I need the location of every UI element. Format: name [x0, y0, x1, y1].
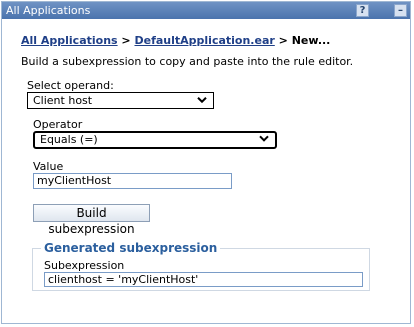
subexpression-output[interactable]: clienthost = 'myClientHost': [44, 272, 363, 287]
minimize-icon[interactable]: –: [394, 4, 407, 17]
chevron-down-icon: [259, 132, 269, 146]
chevron-down-icon: [197, 92, 207, 107]
operand-select[interactable]: Client host: [27, 92, 214, 109]
breadcrumb-link-default-application[interactable]: DefaultApplication.ear: [134, 34, 274, 47]
panel-title: All Applications: [6, 4, 91, 17]
build-subexpression-button[interactable]: Build subexpression: [33, 204, 150, 236]
breadcrumb: All Applications > DefaultApplication.ea…: [21, 34, 330, 47]
subexpression-label: Subexpression: [44, 259, 125, 272]
operand-label: Select operand:: [27, 79, 114, 92]
operator-label: Operator: [33, 118, 83, 131]
page-description: Build a subexpression to copy and paste …: [21, 55, 354, 68]
help-icon[interactable]: ?: [356, 4, 369, 17]
breadcrumb-link-all-applications[interactable]: All Applications: [21, 34, 118, 47]
breadcrumb-current: New...: [291, 34, 331, 47]
breadcrumb-separator: >: [274, 34, 292, 47]
operand-select-value: Client host: [33, 94, 93, 107]
operator-select-value: Equals (=): [40, 133, 98, 146]
operator-select[interactable]: Equals (=): [33, 131, 277, 149]
breadcrumb-separator: >: [117, 34, 135, 47]
value-input[interactable]: myClientHost: [33, 173, 232, 189]
value-label: Value: [33, 160, 64, 173]
generated-subexpression-legend: Generated subexpression: [41, 241, 221, 255]
title-bar: All Applications ? –: [2, 2, 410, 19]
